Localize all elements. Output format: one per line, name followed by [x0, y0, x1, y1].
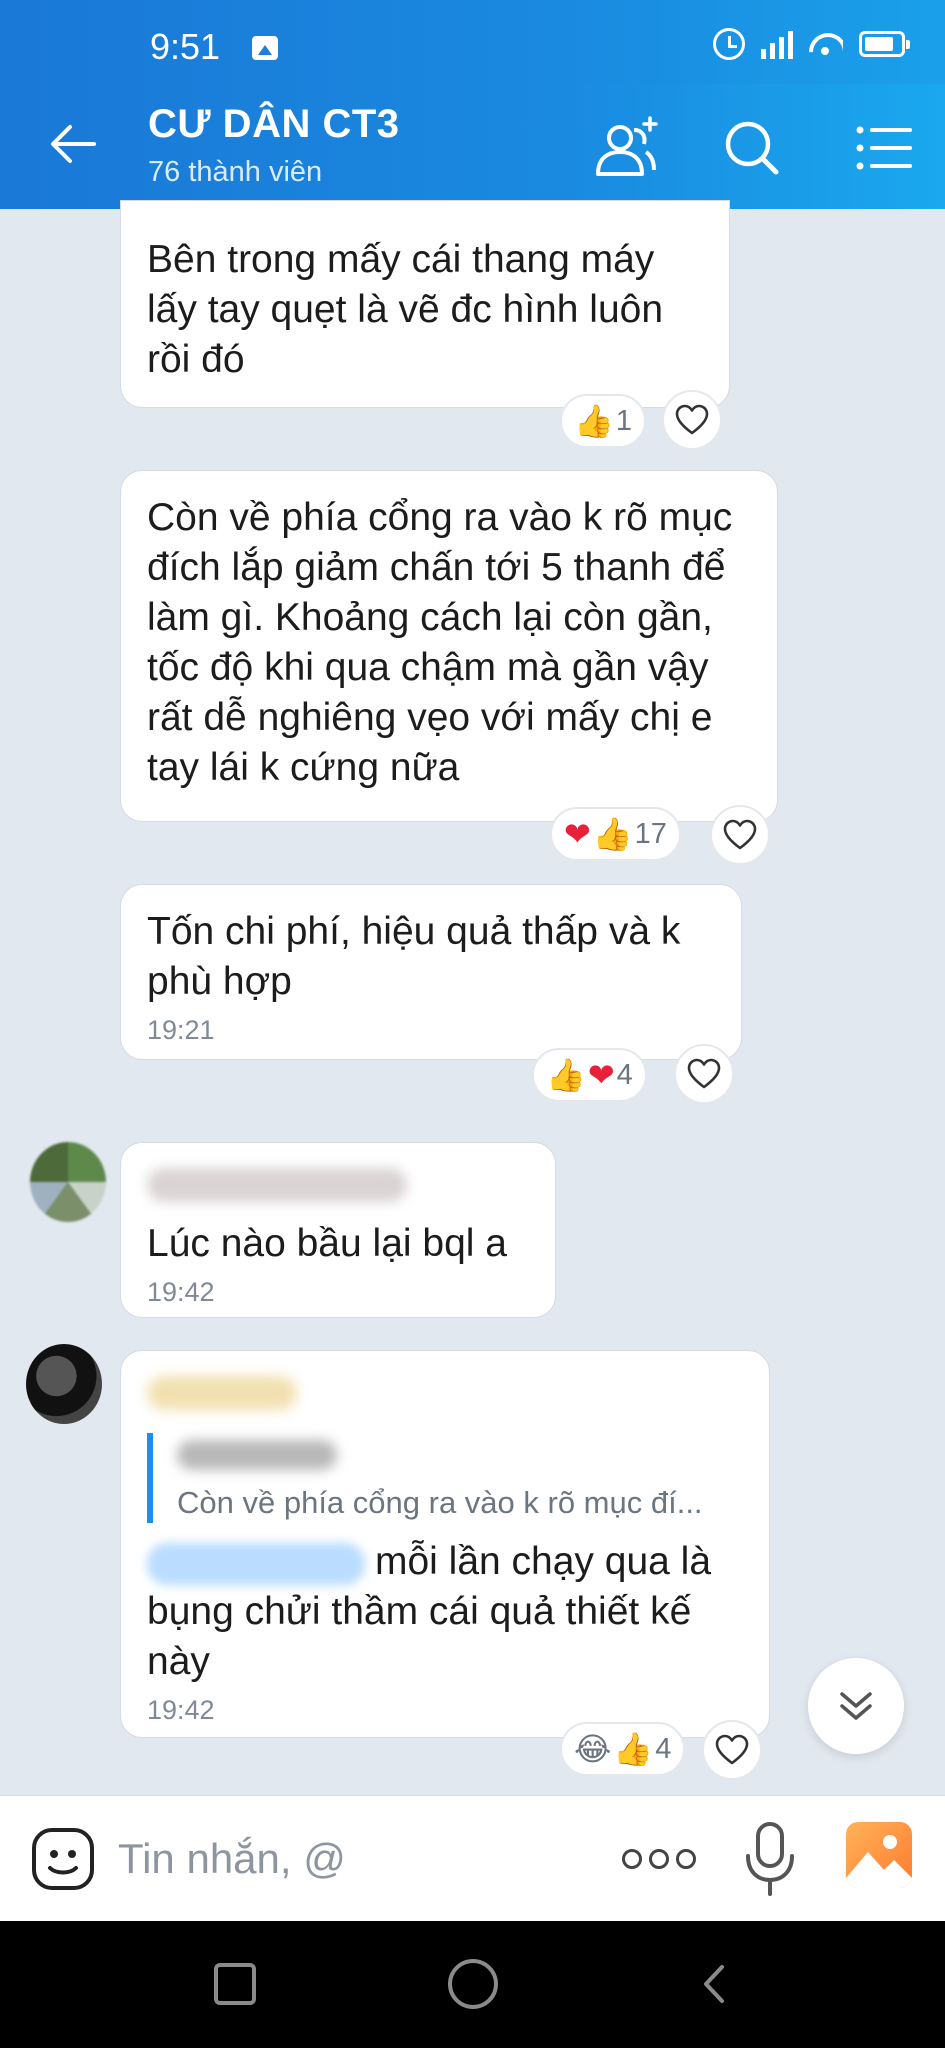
status-bar: 9:51 — [0, 0, 945, 84]
battery-icon — [859, 31, 910, 57]
message-composer — [0, 1795, 945, 1921]
mention-tag[interactable] — [147, 1542, 365, 1585]
heart-outline-icon — [675, 404, 709, 435]
microphone-icon[interactable] — [744, 1820, 796, 1900]
sender-name[interactable] — [147, 1373, 743, 1423]
avatar[interactable] — [26, 1344, 102, 1424]
like-emoji-icon: 👍 — [613, 1731, 654, 1767]
signal-icon — [761, 29, 793, 59]
message-bubble[interactable]: Lúc nào bầu lại bql a 19:42 — [120, 1142, 556, 1318]
wifi-icon — [809, 31, 843, 57]
react-button[interactable] — [710, 805, 770, 865]
message-input[interactable] — [118, 1824, 578, 1894]
photo-gallery-icon[interactable] — [846, 1822, 912, 1888]
message-text: Còn về phía cổng ra vào k rõ mục đích lắ… — [147, 496, 733, 789]
message-text: mỗi lần chạy qua là bụng chửi thầm cái q… — [147, 1537, 743, 1687]
reaction-summary[interactable]: 😂 👍 4 — [560, 1722, 686, 1776]
sticker-icon[interactable] — [30, 1826, 96, 1892]
member-count[interactable]: 76 thành viên — [148, 156, 322, 189]
menu-list-icon[interactable] — [848, 112, 920, 184]
heart-outline-icon — [715, 1734, 749, 1765]
heart-outline-icon — [687, 1058, 721, 1089]
message-text: Bên trong mấy cái thang máy lấy tay quẹt… — [147, 238, 664, 381]
message-bubble[interactable]: Còn về phía cổng ra vào k rõ mục đí... m… — [120, 1350, 770, 1738]
heart-outline-icon — [723, 819, 757, 850]
home-icon[interactable] — [448, 1959, 498, 2009]
double-chevron-down-icon — [840, 1692, 872, 1720]
quoted-sender-name — [177, 1433, 743, 1483]
react-button[interactable] — [662, 390, 722, 450]
laugh-emoji-icon: 😂 — [574, 1731, 612, 1767]
like-emoji-icon: 👍 — [546, 1057, 586, 1093]
group-name[interactable]: CƯ DÂN CT3 — [148, 102, 400, 147]
gallery-notification-icon — [252, 36, 278, 60]
reaction-count: 4 — [655, 1732, 672, 1765]
status-icons — [713, 28, 910, 60]
more-options-icon[interactable] — [622, 1836, 696, 1882]
quoted-message-text: Còn về phía cổng ra vào k rõ mục đí... — [177, 1485, 703, 1520]
reaction-count: 1 — [615, 404, 632, 437]
back-arrow-icon[interactable] — [44, 114, 104, 174]
message-text: Lúc nào bầu lại bql a — [147, 1222, 507, 1265]
reaction-count: 17 — [634, 817, 667, 850]
reply-quote[interactable]: Còn về phía cổng ra vào k rõ mục đí... — [147, 1433, 743, 1523]
reaction-summary[interactable]: 👍 1 — [560, 394, 646, 448]
heart-emoji-icon: ❤ — [587, 1057, 615, 1093]
scroll-to-bottom-button[interactable] — [808, 1658, 904, 1754]
status-time: 9:51 — [150, 26, 221, 67]
add-member-icon[interactable] — [588, 112, 660, 184]
alarm-icon — [713, 28, 745, 60]
message-text: Tốn chi phí, hiệu quả thấp và k phù hợp — [147, 910, 681, 1003]
reaction-summary[interactable]: 👍 ❤ 4 — [532, 1048, 647, 1102]
reaction-summary[interactable]: ❤ 👍 17 — [550, 807, 681, 861]
avatar[interactable] — [30, 1142, 106, 1222]
search-icon[interactable] — [716, 112, 788, 184]
heart-emoji-icon: ❤ — [564, 816, 591, 852]
react-button[interactable] — [674, 1044, 734, 1104]
message-time: 19:21 — [147, 1015, 215, 1045]
message-bubble[interactable]: Còn về phía cổng ra vào k rõ mục đích lắ… — [120, 470, 778, 822]
chat-header: CƯ DÂN CT3 76 thành viên — [0, 84, 945, 209]
message-time: 19:42 — [147, 1277, 215, 1307]
recent-apps-icon[interactable] — [214, 1963, 256, 2005]
like-emoji-icon: 👍 — [574, 403, 614, 439]
react-button[interactable] — [702, 1720, 762, 1780]
system-navigation-bar — [0, 1921, 945, 2048]
message-bubble[interactable]: Tốn chi phí, hiệu quả thấp và k phù hợp … — [120, 884, 742, 1060]
system-back-icon[interactable] — [690, 1959, 740, 2009]
sender-name[interactable] — [147, 1165, 529, 1215]
message-bubble[interactable]: Bên trong mấy cái thang máy lấy tay quẹt… — [120, 200, 730, 408]
like-emoji-icon: 👍 — [592, 816, 633, 852]
reaction-count: 4 — [616, 1058, 633, 1091]
